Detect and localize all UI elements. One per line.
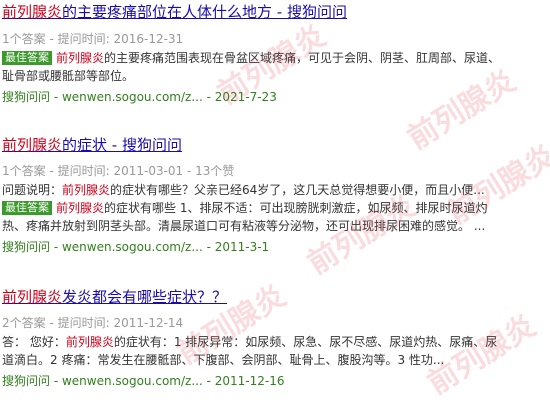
- question-text: 的症状有哪些？父亲已经64岁了，这几天总觉得想要小便，而且小便...: [110, 183, 485, 197]
- result-title-link[interactable]: 前列腺炎发炎都会有哪些症状？？: [2, 287, 548, 307]
- snippet-line: 的症状有：1 排尿异常：如尿频、尿急、尿不尽感、尿道灼热、尿痛、尿: [113, 335, 498, 349]
- result-snippet: 答： 您好：前列腺炎的症状有：1 排尿异常：如尿频、尿急、尿不尽感、尿道灼热、尿…: [2, 333, 548, 369]
- best-answer-badge: 最佳答案: [2, 51, 52, 65]
- snippet-keyword: 前列腺炎: [56, 51, 105, 65]
- snippet-line-2: 耻骨部或腰骶部等部位。: [2, 69, 135, 83]
- question-keyword: 前列腺炎: [62, 183, 111, 197]
- snippet-line: 的症状有哪些 1、排尿不适：可出现膀胱刺激症，如尿频、排尿时尿道灼: [104, 201, 488, 215]
- result-source[interactable]: 搜狗问问 - wenwen.sogou.com/z... - 2011-3-1: [2, 239, 548, 255]
- search-result-1: 前列腺炎的主要疼痛部位在人体什么地方 - 搜狗问问 1个答案 - 提问时间: 2…: [2, 2, 548, 105]
- title-keyword: 前列腺炎: [2, 3, 63, 21]
- result-meta: 1个答案 - 提问时间: 2016-12-31: [2, 32, 184, 46]
- search-result-3: 前列腺炎发炎都会有哪些症状？？ 2个答案 - 提问时间: 2011-12-14 …: [2, 287, 548, 389]
- result-snippet: 最佳答案 前列腺炎的主要疼痛范围表现在骨盆区域疼痛，可见于会阴、阴茎、肛周部、尿道…: [2, 49, 548, 85]
- question-label: 问题说明：: [2, 183, 63, 197]
- title-keyword: 前列腺炎: [2, 136, 63, 154]
- snippet-line-2: 道滴白。2 疼痛：常发生在腰骶部、下腹部、会阴部、耻骨上、腹股沟等。3 性功..…: [2, 353, 445, 367]
- result-title-link[interactable]: 前列腺炎的症状 - 搜狗问问: [2, 135, 548, 155]
- snippet-line: 的主要疼痛范围表现在骨盆区域疼痛，可见于会阴、阴茎、肛周部、尿道、: [104, 51, 501, 65]
- result-source[interactable]: 搜狗问问 - wenwen.sogou.com/z... - 2021-7-23: [2, 89, 548, 105]
- result-snippet: 问题说明：前列腺炎的症状有哪些？父亲已经64岁了，这几天总觉得想要小便，而且小便…: [2, 181, 548, 235]
- title-keyword: 前列腺炎: [2, 288, 63, 306]
- best-answer-badge: 最佳答案: [2, 201, 52, 215]
- title-text: 的症状 - 搜狗问问: [62, 136, 182, 154]
- snippet-line-2: 热、疼痛并放射到阴茎头部。清晨尿道口可有粘液等分泌物，还可出现排尿困难的感觉。 …: [2, 219, 486, 233]
- result-source[interactable]: 搜狗问问 - wenwen.sogou.com/z... - 2011-12-1…: [2, 373, 548, 389]
- answer-label: 答： 您好：: [2, 335, 66, 349]
- snippet-keyword: 前列腺炎: [56, 201, 105, 215]
- title-text: 发炎都会有哪些症状？？: [62, 288, 228, 306]
- result-meta: 2个答案 - 提问时间: 2011-12-14: [2, 316, 184, 330]
- search-result-2: 前列腺炎的症状 - 搜狗问问 1个答案 - 提问时间: 2011-03-01 -…: [2, 135, 548, 255]
- snippet-keyword: 前列腺炎: [65, 335, 114, 349]
- result-title-link[interactable]: 前列腺炎的主要疼痛部位在人体什么地方 - 搜狗问问: [2, 2, 548, 22]
- result-meta: 1个答案 - 提问时间: 2011-03-01 - 13个赞: [2, 164, 235, 178]
- title-text: 的主要疼痛部位在人体什么地方 - 搜狗问问: [62, 3, 347, 21]
